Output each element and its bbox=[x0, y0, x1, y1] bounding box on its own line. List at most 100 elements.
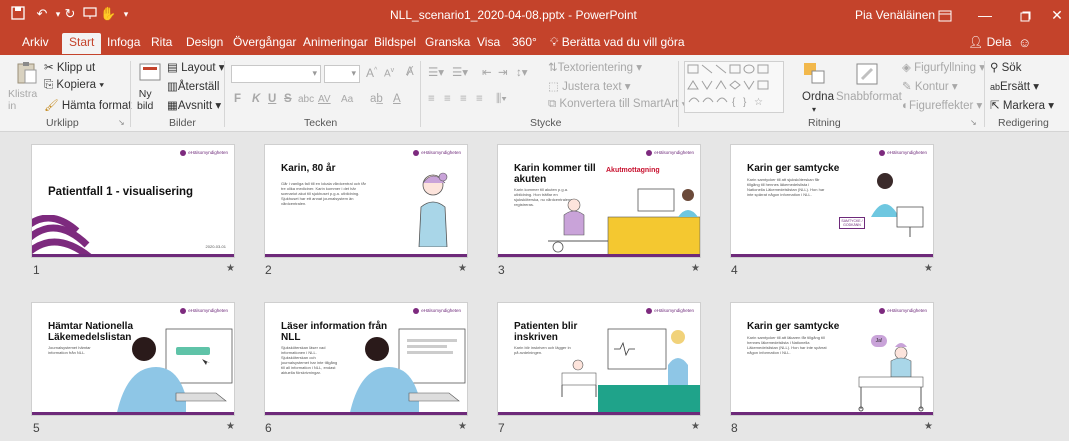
transition-star-icon[interactable]: ★ bbox=[226, 421, 235, 432]
tab-animeringar[interactable]: Animeringar bbox=[303, 35, 368, 49]
bold-button[interactable]: F bbox=[234, 93, 241, 105]
smartart-button[interactable]: ⧉ Konvertera till SmartArt ▾ bbox=[548, 98, 686, 111]
redo-icon[interactable]: ↻ bbox=[62, 6, 78, 22]
shape-effects-button[interactable]: ◐Figureffekter ▾ bbox=[902, 98, 982, 112]
divider bbox=[420, 61, 421, 127]
clipboard-launcher-icon[interactable]: ↘ bbox=[118, 118, 125, 127]
align-text-button[interactable]: ⬚ Justera text ▾ bbox=[548, 79, 631, 93]
clear-format-icon[interactable]: Ⱥ bbox=[406, 66, 414, 78]
tab-360[interactable]: 360° bbox=[512, 35, 537, 49]
transition-star-icon[interactable]: ★ bbox=[924, 421, 933, 432]
user-name[interactable]: Pia Venäläinen bbox=[855, 8, 935, 22]
italic-button[interactable]: K bbox=[252, 93, 260, 105]
font-name-combo[interactable]: ▾ bbox=[231, 65, 321, 83]
shrink-font-icon[interactable]: Av bbox=[384, 67, 394, 79]
font-color-icon[interactable]: A bbox=[393, 93, 401, 105]
shape-outline-button[interactable]: ✎ Kontur ▾ bbox=[902, 79, 958, 93]
transition-star-icon[interactable]: ★ bbox=[691, 263, 700, 274]
effects-icon: ◐ bbox=[902, 100, 909, 112]
shape-fill-button[interactable]: ◈ Figurfyllning ▾ bbox=[902, 60, 985, 74]
grow-font-icon[interactable]: A^ bbox=[366, 66, 377, 80]
minimize-icon[interactable]: — bbox=[965, 0, 1005, 30]
tab-design[interactable]: Design bbox=[186, 35, 223, 49]
slide-footer-bar bbox=[498, 412, 700, 415]
highlight-icon[interactable]: ab̲ bbox=[370, 93, 383, 105]
font-size-combo[interactable]: ▾ bbox=[324, 65, 360, 83]
columns-icon[interactable]: ⫼▾ bbox=[496, 93, 507, 106]
justify-icon[interactable]: ≡ bbox=[476, 93, 483, 105]
numbering-icon[interactable]: ☰▾ bbox=[452, 65, 468, 79]
layout-button[interactable]: ▤ Layout ▾ bbox=[167, 60, 225, 74]
text-direction-icon: ⇅ bbox=[548, 62, 558, 74]
save-icon[interactable] bbox=[10, 6, 26, 22]
slide-title: Karin, 80 år bbox=[281, 163, 336, 174]
drawing-launcher-icon[interactable]: ↘ bbox=[970, 118, 977, 127]
tab-arkiv[interactable]: Arkiv bbox=[22, 35, 49, 49]
char-spacing-button[interactable]: AV bbox=[318, 94, 331, 105]
transition-star-icon[interactable]: ★ bbox=[226, 263, 235, 274]
format-painter-button[interactable]: 🖌︎ Hämta format bbox=[44, 98, 131, 112]
transition-star-icon[interactable]: ★ bbox=[458, 421, 467, 432]
arrange-button[interactable]: Ordna ▾ bbox=[796, 61, 836, 117]
transition-star-icon[interactable]: ★ bbox=[924, 263, 933, 274]
select-button[interactable]: ⇱ Markera ▾ bbox=[990, 98, 1054, 112]
present-icon[interactable] bbox=[82, 6, 98, 22]
section-button[interactable]: ▦Avsnitt ▾ bbox=[167, 98, 221, 112]
text-direction-button[interactable]: ⇅Textorientering ▾ bbox=[548, 60, 642, 74]
replace-icon: ab bbox=[990, 82, 1001, 92]
ward-illustration bbox=[561, 328, 700, 415]
tab-overgangar[interactable]: Övergångar bbox=[233, 35, 296, 49]
tab-rita[interactable]: Rita bbox=[151, 35, 172, 49]
bullets-icon[interactable]: ☰▾ bbox=[428, 65, 444, 79]
slide-thumbnail-8[interactable]: eHälsomyndigheten Karin ger samtycke Kar… bbox=[730, 302, 934, 416]
slide-footer-bar bbox=[498, 254, 700, 257]
paste-button[interactable]: Klistra in bbox=[8, 61, 42, 113]
share-label: Dela bbox=[986, 35, 1012, 49]
cut-label: Klipp ut bbox=[56, 62, 96, 74]
smiley-icon[interactable]: ☺ bbox=[1018, 35, 1031, 50]
underline-button[interactable]: U bbox=[268, 93, 276, 105]
slide-thumbnail-1[interactable]: eHälsomyndigheten Patientfall 1 - visual… bbox=[31, 144, 235, 258]
align-center-icon[interactable]: ≡ bbox=[444, 93, 451, 105]
quick-styles-button[interactable]: Snabbformat bbox=[836, 61, 902, 117]
tab-start[interactable]: Start bbox=[62, 33, 102, 54]
shapes-gallery[interactable]: {} ☆ bbox=[684, 61, 784, 113]
share-button[interactable]: 👤︎ Dela bbox=[968, 35, 1011, 49]
tab-bildspel[interactable]: Bildspel bbox=[374, 35, 416, 49]
reset-button[interactable]: ▥Återställ bbox=[167, 79, 219, 93]
slide-thumbnail-3[interactable]: eHälsomyndigheten Karin kommer till akut… bbox=[497, 144, 701, 258]
slide-thumbnail-6[interactable]: eHälsomyndigheten Läser information från… bbox=[264, 302, 468, 416]
maximize-icon[interactable] bbox=[1005, 0, 1045, 30]
cut-button[interactable]: ✂ Klipp ut bbox=[44, 60, 95, 74]
tab-visa[interactable]: Visa bbox=[477, 35, 500, 49]
indent-increase-icon[interactable]: ⇥ bbox=[498, 65, 508, 79]
slide-thumbnail-7[interactable]: eHälsomyndigheten Patienten blir inskriv… bbox=[497, 302, 701, 416]
transition-star-icon[interactable]: ★ bbox=[458, 263, 467, 274]
customize-icon[interactable]: ▾ bbox=[118, 6, 134, 22]
tab-granska[interactable]: Granska bbox=[425, 35, 470, 49]
tell-me-box[interactable]: 💡︎ Berätta vad du vill göra bbox=[550, 35, 685, 50]
shadow-button[interactable]: abc bbox=[298, 94, 314, 105]
align-text-label: Justera text bbox=[562, 81, 622, 93]
undo-icon[interactable]: ↶ bbox=[34, 6, 50, 22]
indent-decrease-icon[interactable]: ⇤ bbox=[482, 65, 492, 79]
align-left-icon[interactable]: ≡ bbox=[428, 93, 435, 105]
tab-infoga[interactable]: Infoga bbox=[107, 35, 140, 49]
change-case-button[interactable]: Aa bbox=[341, 94, 353, 105]
find-button[interactable]: ⚲ Sök bbox=[990, 60, 1021, 74]
line-spacing-icon[interactable]: ↕▾ bbox=[516, 65, 528, 79]
ribbon-display-icon[interactable] bbox=[925, 0, 965, 30]
slide-thumbnail-5[interactable]: eHälsomyndigheten Hämtar Nationella Läke… bbox=[31, 302, 235, 416]
slide-thumbnail-2[interactable]: eHälsomyndigheten Karin, 80 år Går i van… bbox=[264, 144, 468, 258]
strikethrough-button[interactable]: S bbox=[284, 93, 292, 105]
new-slide-button[interactable]: Ny bild bbox=[135, 61, 165, 113]
transition-star-icon[interactable]: ★ bbox=[691, 421, 700, 432]
close-icon[interactable]: ✕ bbox=[1045, 0, 1069, 30]
shape-outline-label: Kontur bbox=[914, 81, 949, 93]
align-right-icon[interactable]: ≡ bbox=[460, 93, 467, 105]
replace-button[interactable]: abErsätt ▾ bbox=[990, 79, 1039, 93]
copy-button[interactable]: ⎘ Kopiera ▾ bbox=[44, 79, 104, 92]
arrange-label: Ordna bbox=[802, 91, 834, 103]
touch-mode-icon[interactable]: ✋ bbox=[100, 6, 116, 22]
slide-thumbnail-4[interactable]: eHälsomyndigheten Karin ger samtycke Kar… bbox=[730, 144, 934, 258]
